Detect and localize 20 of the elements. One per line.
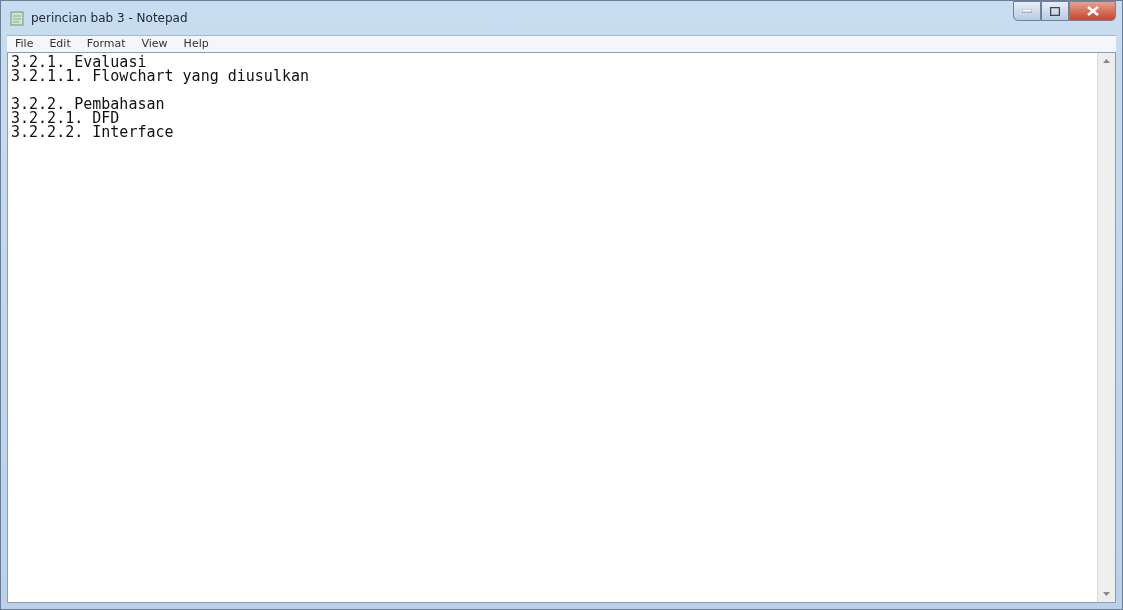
text-line: 3.2.1. Evaluasi (11, 55, 147, 69)
maximize-button[interactable] (1041, 1, 1069, 21)
text-line: 3.2.2.1. DFD (11, 111, 120, 125)
notepad-icon (9, 10, 25, 26)
minimize-icon (1022, 9, 1032, 13)
menu-item[interactable]: View (135, 36, 174, 52)
close-button[interactable] (1069, 1, 1116, 21)
menu-item[interactable]: Edit (43, 36, 77, 52)
text-line: 3.2.1.1. Flowchart yang diusulkan (11, 69, 309, 83)
menu-item[interactable]: File (9, 36, 40, 52)
maximize-icon (1050, 6, 1060, 16)
scroll-down-icon[interactable] (1103, 592, 1110, 596)
scroll-up-icon[interactable] (1103, 59, 1110, 63)
close-icon (1086, 6, 1099, 16)
text-line: 3.2.2. Pembahasan (11, 97, 165, 111)
scrollbar[interactable] (1097, 53, 1115, 602)
menu-item[interactable]: Format (80, 36, 132, 52)
text-line: 3.2.2.2. Interface (11, 125, 174, 139)
menu-item[interactable]: Help (177, 36, 215, 52)
window-title: perincian bab 3 - Notepad (31, 11, 188, 25)
